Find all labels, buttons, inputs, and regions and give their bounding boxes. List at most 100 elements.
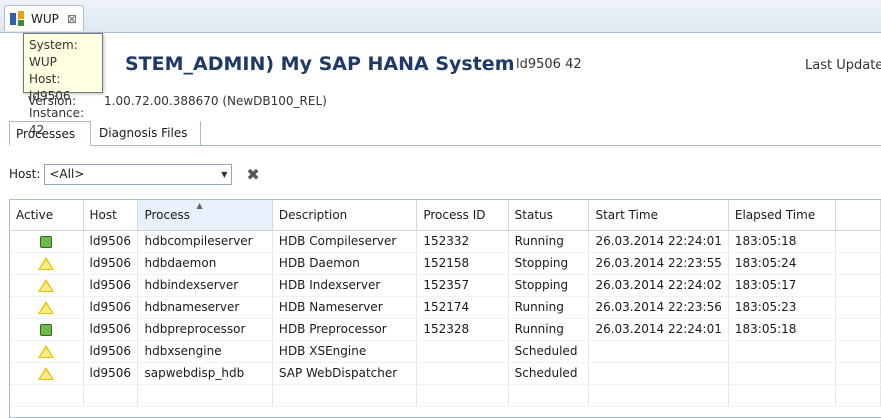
- elapsed-time-cell: 183:05:17: [728, 274, 837, 297]
- host-cell: ld9506: [83, 274, 139, 297]
- host-filter: Host: <All> ▼ ✖: [9, 162, 260, 186]
- tab-diagnosis-files[interactable]: Diagnosis Files: [93, 121, 201, 146]
- elapsed-time-cell: 183:05:18: [728, 318, 837, 341]
- status-cell: Scheduled: [508, 362, 590, 385]
- active-cell: [10, 230, 84, 253]
- table-header-row: Active Host ▲ Process Description Proces…: [10, 200, 881, 231]
- warning-icon: [38, 301, 55, 314]
- status-cell: Running: [508, 318, 590, 341]
- system-id: ld9506 42: [516, 57, 582, 72]
- host-cell: ld9506: [83, 340, 139, 363]
- description-cell: HDB Nameserver: [272, 296, 418, 319]
- description-cell: HDB Compileserver: [272, 230, 418, 253]
- empty-cell: [508, 384, 590, 407]
- process-cell: hdbnameserver: [137, 296, 273, 319]
- editor-tab-bar: WUP ⊠: [0, 0, 881, 33]
- sort-ascending-icon: ▲: [196, 201, 203, 210]
- system-icon: [9, 10, 27, 27]
- host-dropdown[interactable]: <All> ▼: [44, 163, 233, 185]
- filler-cell: [835, 296, 881, 319]
- active-cell: [10, 296, 84, 319]
- host-dropdown-value: <All>: [49, 167, 85, 181]
- process-id-cell: 152174: [416, 296, 509, 319]
- empty-cell: [83, 384, 139, 407]
- column-header-filler: [835, 200, 881, 231]
- status-running-icon: [40, 235, 53, 248]
- status-cell: Stopping: [508, 274, 590, 297]
- filler-cell: [835, 340, 881, 363]
- empty-cell: [416, 384, 509, 407]
- active-cell: [10, 252, 84, 275]
- start-time-cell: 26.03.2014 22:24:02: [588, 274, 729, 297]
- filler-cell: [835, 318, 881, 341]
- elapsed-time-cell: 183:05:23: [728, 296, 837, 319]
- description-cell: HDB XSEngine: [272, 340, 418, 363]
- description-cell: SAP WebDispatcher: [272, 362, 418, 385]
- process-id-cell: [416, 340, 509, 363]
- empty-cell: [272, 384, 418, 407]
- subtab-bar: Processes Diagnosis Files: [9, 121, 881, 146]
- start-time-cell: 26.03.2014 22:23:56: [588, 296, 729, 319]
- start-time-cell: 26.03.2014 22:24:01: [588, 318, 729, 341]
- elapsed-time-cell: 183:05:24: [728, 252, 837, 275]
- column-header-start-time[interactable]: Start Time: [588, 200, 729, 231]
- filler-cell: [835, 362, 881, 385]
- system-tooltip: System: WUP Host: ld9506 Instance: 42: [23, 33, 103, 137]
- table-body: ld9506 hdbcompileserver HDB Compileserver 1…: [10, 230, 881, 407]
- system-title: STEM_ADMIN) My SAP HANA System: [125, 53, 515, 75]
- host-cell: ld9506: [83, 362, 139, 385]
- tooltip-host: Host: ld9506: [29, 72, 71, 103]
- column-header-active[interactable]: Active: [10, 200, 84, 231]
- active-cell: [10, 340, 84, 363]
- process-id-cell: 152328: [416, 318, 509, 341]
- column-header-elapsed-time[interactable]: Elapsed Time: [728, 200, 837, 231]
- active-cell: [10, 362, 84, 385]
- process-cell: hdbdaemon: [137, 252, 273, 275]
- column-header-process-label: Process: [144, 207, 191, 222]
- table-row[interactable]: ld9506 hdbpreprocessor HDB Preprocessor 152…: [10, 318, 881, 341]
- table-row[interactable]: ld9506 hdbcompileserver HDB Compileserver 1…: [10, 230, 881, 253]
- table-row[interactable]: ld9506 sapwebdisp_hdb SAP WebDispatcher Sch…: [10, 362, 881, 385]
- host-filter-label: Host:: [9, 167, 41, 181]
- clear-filter-icon[interactable]: ✖: [246, 165, 259, 184]
- column-header-process-id[interactable]: Process ID: [416, 200, 509, 231]
- start-time-cell: 26.03.2014 22:23:55: [588, 252, 729, 275]
- process-cell: sapwebdisp_hdb: [137, 362, 273, 385]
- process-id-cell: 152332: [416, 230, 509, 253]
- host-cell: ld9506: [83, 230, 139, 253]
- process-id-cell: 152158: [416, 252, 509, 275]
- filler-cell: [835, 274, 881, 297]
- column-header-description[interactable]: Description: [272, 200, 418, 231]
- start-time-cell: [588, 362, 729, 385]
- table-row[interactable]: ld9506 hdbdaemon HDB Daemon 152158 Stopping 2…: [10, 252, 881, 275]
- process-id-cell: 152357: [416, 274, 509, 297]
- column-header-host[interactable]: Host: [83, 200, 139, 231]
- status-cell: Stopping: [508, 252, 590, 275]
- table-row[interactable]: ld9506 hdbindexserver HDB Indexserver 15235…: [10, 274, 881, 297]
- elapsed-time-cell: 183:05:18: [728, 230, 837, 253]
- process-cell: hdbxsengine: [137, 340, 273, 363]
- start-time-cell: [588, 340, 729, 363]
- status-cell: Scheduled: [508, 340, 590, 363]
- status-running-icon: [40, 323, 53, 336]
- empty-cell: [10, 384, 84, 407]
- empty-cell: [137, 384, 273, 407]
- editor-tab-wup[interactable]: WUP ⊠: [4, 5, 84, 31]
- status-cell: Running: [508, 296, 590, 319]
- description-cell: HDB Preprocessor: [272, 318, 418, 341]
- close-icon[interactable]: ⊠: [67, 12, 77, 26]
- process-cell: hdbcompileserver: [137, 230, 273, 253]
- column-header-status[interactable]: Status: [508, 200, 590, 231]
- last-update-label: Last Update: [805, 58, 881, 73]
- chevron-down-icon[interactable]: ▼: [221, 170, 227, 179]
- table-row[interactable]: ld9506 hdbxsengine HDB XSEngine Scheduled: [10, 340, 881, 363]
- table-row[interactable]: ld9506 hdbnameserver HDB Nameserver 152174 R…: [10, 296, 881, 319]
- empty-cell: [588, 384, 729, 407]
- host-cell: ld9506: [83, 318, 139, 341]
- process-id-cell: [416, 362, 509, 385]
- column-header-process[interactable]: ▲ Process: [137, 200, 273, 231]
- host-cell: ld9506: [83, 296, 139, 319]
- process-cell: hdbpreprocessor: [137, 318, 273, 341]
- warning-icon: [38, 279, 55, 292]
- elapsed-time-cell: [728, 362, 837, 385]
